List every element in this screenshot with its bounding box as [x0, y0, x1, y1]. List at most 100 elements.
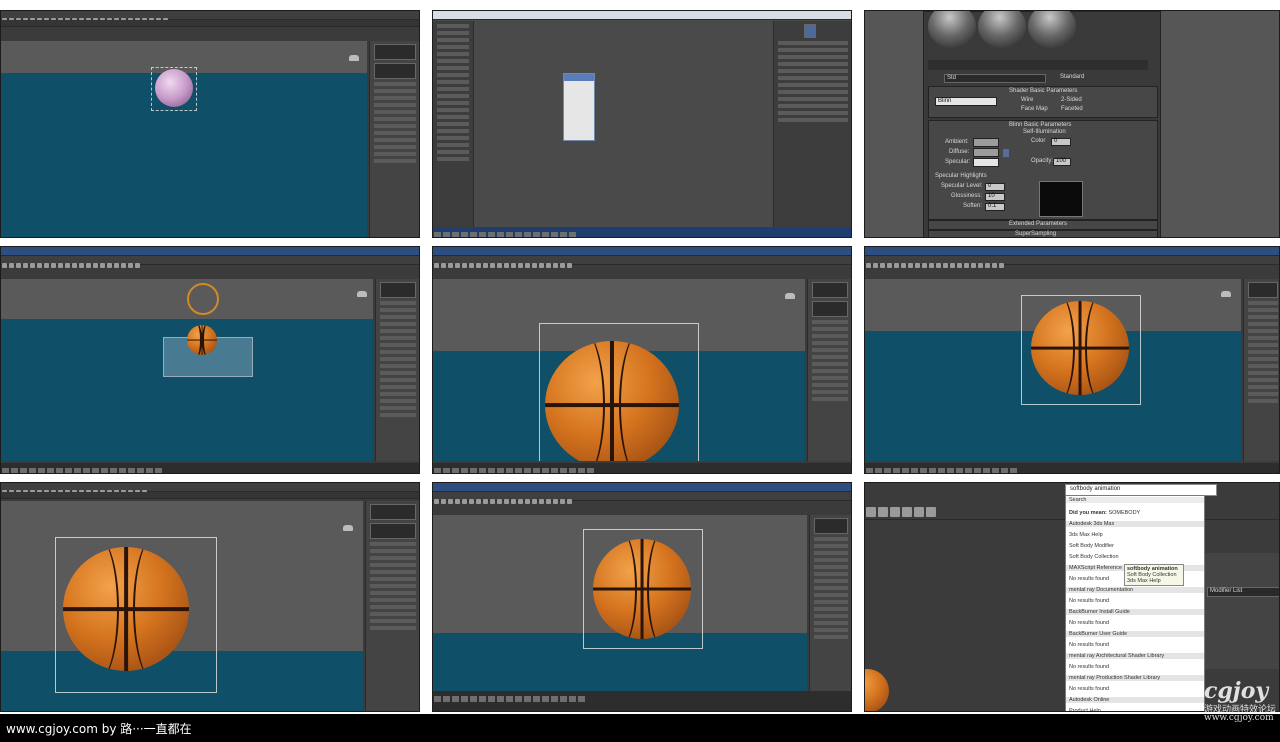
modifier-list-dropdown[interactable]: Modifier List [1207, 587, 1279, 597]
result-section-header[interactable]: BackBurner Install Guide [1066, 609, 1204, 615]
ribbon-bar [1, 492, 419, 499]
sample-slot-1[interactable] [928, 11, 976, 48]
glossiness-spinner[interactable]: 10 [985, 193, 1005, 201]
viewcube-icon[interactable] [357, 291, 367, 297]
color-spinner[interactable]: 0 [1051, 138, 1071, 146]
viewcube-icon[interactable] [1221, 291, 1231, 297]
thumbnail-compact-material-editor[interactable]: Std Standard Shader Basic Parameters Bli… [864, 10, 1280, 238]
result-item[interactable]: No results found [1069, 576, 1109, 582]
main-toolbar [1, 247, 419, 256]
ribbon-bar [1, 20, 419, 27]
command-panel [375, 279, 419, 461]
opacity-label: Opacity: [1031, 158, 1054, 164]
opacity-spinner[interactable]: 100 [1053, 158, 1071, 166]
basketball [187, 325, 217, 355]
node-parameters [773, 21, 851, 227]
did-you-mean[interactable]: Did you mean: SOMEBODY [1069, 510, 1140, 516]
command-panel [369, 41, 419, 237]
result-item[interactable]: No results found [1069, 642, 1109, 648]
diffuse-label: Diffuse: [949, 149, 970, 155]
sample-slot-2[interactable] [978, 11, 1026, 48]
viewcube-icon[interactable] [349, 55, 359, 61]
result-item[interactable]: No results found [1069, 620, 1109, 626]
basketball [545, 341, 679, 461]
thumbnail-basketball-right[interactable] [864, 246, 1280, 474]
ribbon-bar [865, 256, 1279, 268]
thumbnail-basketball-left[interactable] [0, 482, 420, 712]
watermark-logo: cgjoy 游戏动画特效论坛 www.cgjoy.com [1203, 678, 1276, 723]
result-item[interactable]: Soft Body Modifier [1069, 543, 1114, 549]
thumbnail-basketball-large[interactable] [432, 246, 852, 474]
two-sided-checkbox[interactable]: 2-Sided [1061, 97, 1082, 103]
result-item[interactable]: No results found [1069, 598, 1109, 604]
material-dropdown[interactable]: Std [944, 74, 1046, 83]
ambient-label: Ambient: [945, 139, 969, 145]
timeline-bar[interactable] [865, 463, 1279, 473]
lock-icon[interactable] [1003, 149, 1009, 157]
result-section-header[interactable]: mental ray Production Shader Library [1066, 675, 1204, 681]
specular-highlights-label: Specular Highlights [935, 173, 987, 179]
soften-spinner[interactable]: 0.1 [985, 203, 1005, 211]
gizmo [187, 283, 219, 315]
taskbar [433, 227, 851, 237]
specular-level-spinner[interactable]: 0 [985, 183, 1005, 191]
supersampling-rollout[interactable]: SuperSampling [928, 230, 1158, 237]
faceted-checkbox[interactable]: Faceted [1061, 106, 1083, 112]
blinn-title[interactable]: Blinn Basic Parameters [1009, 122, 1071, 128]
perspective-viewport[interactable] [1, 279, 373, 461]
viewcube-icon[interactable] [343, 525, 353, 531]
specular-level-label: Specular Level: [941, 183, 983, 189]
wire-checkbox[interactable]: Wire [1021, 97, 1033, 103]
timeline-bar[interactable] [433, 463, 851, 473]
ambient-swatch[interactable] [973, 138, 999, 147]
timeline-bar[interactable] [433, 691, 851, 711]
basketball [593, 539, 691, 639]
result-item[interactable]: Soft Body Collection [1069, 554, 1119, 560]
perspective-viewport[interactable] [433, 279, 805, 461]
result-item[interactable]: No results found [1069, 686, 1109, 692]
command-panel [807, 279, 851, 461]
color-checkbox[interactable]: Color [1031, 138, 1045, 144]
shader-select[interactable]: Blinn [935, 97, 997, 106]
shader-basic-title[interactable]: Shader Basic Parameters [1009, 88, 1077, 94]
result-section-header[interactable]: mental ray Architectural Shader Library [1066, 653, 1204, 659]
timeline-bar[interactable] [1, 463, 419, 473]
result-item[interactable]: 3ds Max Help [1069, 532, 1103, 538]
material-type-button[interactable]: Standard [1060, 74, 1084, 80]
thumbnail-viewport-dialog[interactable] [0, 246, 420, 474]
material-editor-window: Std Standard Shader Basic Parameters Bli… [923, 11, 1161, 237]
result-section-header[interactable]: Autodesk Online [1066, 697, 1204, 703]
result-section-header[interactable]: BackBurner User Guide [1066, 631, 1204, 637]
editor-toolbar [433, 11, 851, 20]
perspective-viewport[interactable] [1, 501, 363, 711]
basketball [1031, 301, 1129, 395]
diffuse-swatch[interactable] [973, 148, 999, 157]
material-browser [433, 21, 474, 227]
viewcube-icon[interactable] [785, 293, 795, 299]
extended-rollout[interactable]: Extended Parameters [928, 220, 1158, 230]
main-toolbar [865, 247, 1279, 256]
basketball [63, 547, 189, 671]
credit-text: www.cgjoy.com by 路···一直都在 [6, 722, 192, 736]
perspective-viewport[interactable] [865, 279, 1241, 461]
help-icons[interactable] [1217, 485, 1277, 493]
thumbnail-viewport-pink-sphere[interactable] [0, 10, 420, 238]
perspective-viewport[interactable] [1, 41, 367, 237]
search-results-panel: Search Did you mean: SOMEBODY Autodesk 3… [1065, 495, 1205, 711]
result-item[interactable]: Product Help [1069, 708, 1101, 711]
perspective-viewport[interactable] [433, 515, 807, 691]
sample-slot-3[interactable] [1028, 11, 1076, 48]
result-section-header[interactable]: Autodesk 3ds Max [1066, 521, 1204, 527]
face-map-checkbox[interactable]: Face Map [1021, 106, 1048, 112]
main-toolbar [433, 247, 851, 256]
glossiness-label: Glossiness: [951, 193, 983, 199]
ribbon-bar [433, 492, 851, 504]
thumbnail-slate-material-editor[interactable] [432, 10, 852, 238]
ribbon-bar [433, 256, 851, 268]
material-node[interactable] [563, 73, 595, 141]
result-item[interactable]: No results found [1069, 664, 1109, 670]
result-section-header[interactable]: mental ray Documentation [1066, 587, 1204, 593]
thumbnail-basketball-center[interactable] [432, 482, 852, 712]
material-toolbar [928, 60, 1148, 70]
specular-swatch[interactable] [973, 158, 999, 167]
